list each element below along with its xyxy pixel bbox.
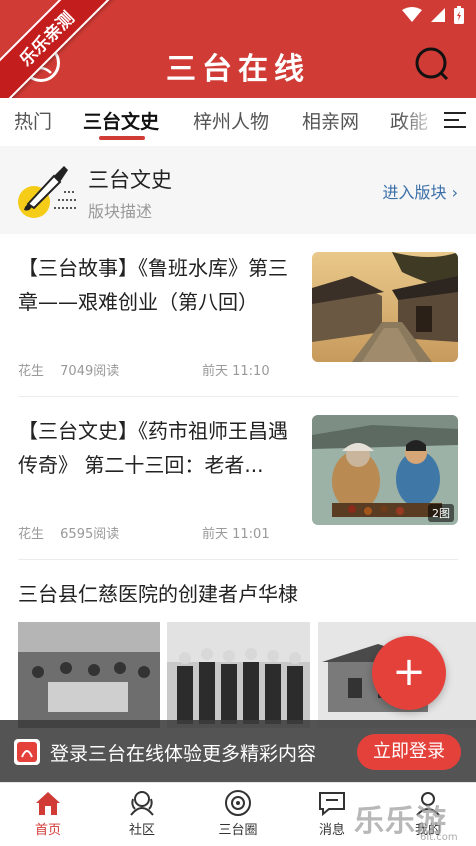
- tab-hot[interactable]: 热门: [14, 107, 52, 134]
- tabs-menu-icon[interactable]: [444, 112, 466, 132]
- watermark-url: 6lt.com: [420, 832, 458, 843]
- active-tab-indicator: [99, 136, 145, 140]
- article-author: 花生: [18, 364, 45, 379]
- category-tabs: 热门 三台文史 梓州人物 相亲网 政能: [0, 98, 476, 146]
- status-bar: [402, 6, 464, 24]
- nav-messages[interactable]: 消息: [302, 789, 362, 838]
- enter-section-link[interactable]: 进入版块 ›: [383, 179, 459, 203]
- section-header: 三台文史 版块描述 进入版块 ›: [0, 146, 476, 234]
- search-button[interactable]: [414, 46, 450, 82]
- brush-icon: [18, 166, 76, 218]
- nav-circle[interactable]: 三台圈: [208, 789, 268, 838]
- tab-santai-history[interactable]: 三台文史: [83, 107, 159, 134]
- article-title[interactable]: 三台县仁慈医院的创建者卢华棣: [18, 578, 298, 607]
- nav-community[interactable]: 社区: [112, 789, 172, 838]
- article-time: 前天 11:01: [202, 527, 270, 542]
- article-time: 前天 11:10: [202, 364, 270, 379]
- article-item[interactable]: 【三台文史】《药市祖师王昌遇传奇》 第二十三回：老者... 花生 6595阅读 …: [0, 397, 476, 559]
- community-icon: [130, 791, 154, 816]
- group-photo-2: [167, 622, 310, 728]
- app-title: 三台在线: [166, 52, 310, 87]
- image-count-badge: 2图: [428, 504, 454, 522]
- article-meta: 花生 6595阅读: [18, 523, 119, 542]
- login-button[interactable]: 立即登录: [357, 734, 461, 770]
- tab-dating[interactable]: 相亲网: [302, 107, 359, 134]
- circle-icon: [225, 790, 251, 816]
- tabs-fade: [400, 98, 440, 146]
- login-prompt-bar: 登录三台在线体验更多精彩内容 立即登录: [0, 720, 476, 782]
- app-logo-icon: [14, 739, 40, 765]
- article-thumbnail[interactable]: [312, 252, 458, 362]
- divider: [18, 559, 458, 560]
- tab-zizhou-people[interactable]: 梓州人物: [193, 107, 269, 134]
- article-photo[interactable]: [167, 622, 310, 728]
- wifi-icon: [402, 7, 422, 22]
- home-icon: [36, 792, 60, 815]
- nav-home[interactable]: 首页: [18, 789, 78, 838]
- watermark-logo: 乐乐游戏: [354, 804, 447, 839]
- section-title: 三台文史: [88, 168, 172, 192]
- article-reads: 6595阅读: [60, 527, 120, 542]
- app-header: 三台在线 乐乐亲测: [0, 0, 476, 108]
- article-item[interactable]: 【三台故事】《鲁班水库》第三章——艰难创业（第八回） 花生 7049阅读 前天 …: [0, 234, 476, 396]
- login-prompt-text: 登录三台在线体验更多精彩内容: [50, 743, 317, 765]
- article-photo[interactable]: [18, 622, 160, 728]
- article-title[interactable]: 【三台文史】《药市祖师王昌遇传奇》 第二十三回：老者...: [18, 414, 290, 482]
- article-reads: 7049阅读: [60, 364, 120, 379]
- village-image: [312, 252, 458, 362]
- battery-icon: [454, 6, 464, 24]
- message-icon: [319, 792, 345, 817]
- signal-icon: [431, 8, 445, 22]
- article-thumbnail[interactable]: 2图: [312, 415, 458, 525]
- search-icon: [415, 47, 449, 81]
- section-description: 版块描述: [88, 202, 153, 221]
- group-photo-1: [18, 622, 160, 728]
- article-author: 花生: [18, 527, 45, 542]
- article-title[interactable]: 【三台故事】《鲁班水库》第三章——艰难创业（第八回）: [18, 251, 290, 319]
- add-post-button[interactable]: +: [372, 636, 446, 710]
- article-meta: 花生 7049阅读: [18, 360, 119, 379]
